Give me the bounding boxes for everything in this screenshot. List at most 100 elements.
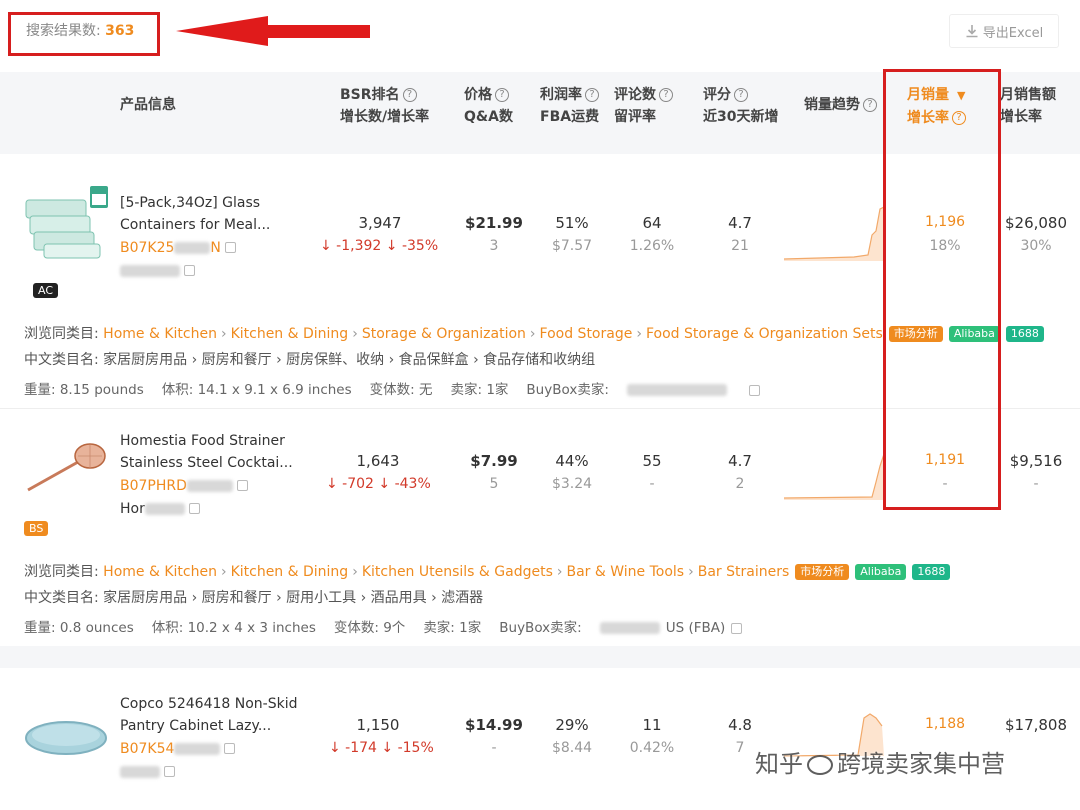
category-link[interactable]: Bar Strainers [698, 564, 790, 580]
revenue-growth: 30% [1020, 238, 1052, 254]
product-meta: 重量: 0.8 ounces 体积: 10.2 x 4 x 3 inches 变体数… [24, 616, 760, 636]
market-analysis-tag[interactable]: 市场分析 [795, 564, 850, 580]
profit-margin: 29% [555, 716, 589, 734]
revenue-growth: - [1033, 476, 1039, 492]
sales-trend-chart[interactable] [784, 205, 884, 261]
qa-count: - [491, 740, 497, 756]
fba-fee: $3.24 [551, 476, 593, 492]
category-link[interactable]: Home & Kitchen [103, 564, 217, 580]
bsr-change: ↓ -1,392 ↓ -35% [320, 238, 439, 254]
redacted-text [174, 241, 211, 254]
external-link-icon[interactable] [731, 622, 743, 634]
monthly-revenue: $26,080 [1004, 214, 1068, 232]
new-reviews-30d: 2 [735, 476, 745, 492]
rating: 4.7 [728, 452, 752, 470]
col-price[interactable]: 价格? Q&A数 [464, 84, 513, 128]
category-link[interactable]: Storage & Organization [362, 326, 526, 342]
category-link[interactable]: Home & Kitchen [103, 326, 217, 342]
redacted-text [174, 742, 221, 755]
col-reviews[interactable]: 评论数? 留评率 [614, 84, 673, 128]
bsr-change: ↓ -702 ↓ -43% [326, 476, 431, 492]
category-link[interactable]: Bar & Wine Tools [567, 564, 685, 580]
external-link-icon[interactable] [224, 242, 236, 253]
1688-tag[interactable]: 1688 [912, 564, 951, 580]
col-rating[interactable]: 评分? 近30天新增 [703, 84, 778, 128]
rating: 4.7 [728, 214, 752, 232]
watermark: 知乎 跨境卖家集中营 [755, 750, 1005, 778]
help-icon[interactable]: ? [402, 88, 417, 102]
external-link-icon[interactable] [164, 766, 175, 777]
highlight-box-monthly-sales [883, 69, 1001, 510]
wechat-icon [807, 755, 833, 775]
price: $21.99 [465, 214, 523, 232]
download-icon [966, 25, 978, 38]
asin-link[interactable]: B07K54 [120, 741, 174, 757]
brand-name[interactable]: Hor [120, 501, 145, 517]
price: $14.99 [465, 716, 523, 734]
product-info: Copco 5246418 Non-Skid Pantry Cabinet La… [120, 693, 297, 782]
col-product: 产品信息 [120, 97, 176, 113]
redacted-brand [144, 502, 185, 515]
product-title[interactable]: [5-Pack,34Oz] Glass [120, 192, 270, 214]
help-icon[interactable]: ? [495, 88, 509, 102]
product-title-cont[interactable]: Containers for Meal... [120, 214, 270, 236]
product-thumbnail[interactable] [24, 186, 110, 262]
red-arrow-annotation [176, 16, 370, 46]
external-link-icon[interactable] [224, 743, 236, 754]
product-thumbnail[interactable] [24, 712, 110, 760]
product-thumbnail[interactable] [24, 440, 110, 496]
col-monthly-revenue[interactable]: 月销售额 增长率 [1000, 84, 1056, 128]
help-icon[interactable]: ? [585, 88, 599, 102]
fba-fee: $8.44 [551, 740, 593, 756]
category-link[interactable]: Kitchen Utensils & Gadgets [362, 564, 553, 580]
1688-tag[interactable]: 1688 [1005, 326, 1044, 342]
new-reviews-30d: 21 [731, 238, 749, 254]
review-rate: 1.26% [629, 238, 675, 254]
price: $7.99 [470, 452, 518, 470]
fba-fee: $7.57 [551, 238, 593, 254]
row-divider [0, 646, 1080, 668]
review-count: 11 [642, 716, 662, 734]
bsr-rank: 3,947 [358, 214, 402, 232]
asin-link[interactable]: B07K25 [120, 240, 174, 256]
asin-link[interactable]: B07PHRD [120, 478, 187, 494]
product-search-page: 搜索结果数: 363 导出Excel 产品信息 BSR排名? 增长数/增长率 价… [0, 0, 1080, 810]
monthly-revenue: $17,808 [1004, 716, 1068, 734]
rating: 4.8 [728, 716, 752, 734]
product-info: Homestia Food Strainer Stainless Steel C… [120, 430, 293, 520]
col-profit[interactable]: 利润率? FBA运费 [540, 84, 599, 128]
external-link-icon[interactable] [188, 503, 200, 514]
col-trend[interactable]: 销量趋势? [804, 94, 877, 116]
help-icon[interactable]: ? [659, 88, 673, 102]
export-excel-button[interactable]: 导出Excel [949, 14, 1059, 48]
category-link[interactable]: Kitchen & Dining [231, 564, 349, 580]
col-bsr[interactable]: BSR排名? 增长数/增长率 [340, 84, 429, 128]
category-link[interactable]: Kitchen & Dining [231, 326, 349, 342]
help-icon[interactable]: ? [734, 88, 748, 102]
profit-margin: 44% [555, 452, 589, 470]
product-meta: 重量: 8.15 pounds 体积: 14.1 x 9.1 x 6.9 inch… [24, 378, 778, 398]
bsr-rank: 1,643 [356, 452, 400, 470]
qa-count: 3 [489, 238, 499, 254]
category-link[interactable]: Food Storage & Organization Sets [646, 326, 883, 342]
alibaba-tag[interactable]: Alibaba [855, 564, 907, 580]
external-link-icon[interactable] [748, 384, 760, 396]
ac-badge: AC [33, 283, 59, 298]
category-link[interactable]: Food Storage [540, 326, 633, 342]
profit-margin: 51% [555, 214, 589, 232]
product-title-cont[interactable]: Pantry Cabinet Lazy... [120, 715, 297, 737]
help-icon[interactable]: ? [863, 98, 877, 112]
external-link-icon[interactable] [236, 480, 248, 491]
sales-trend-chart[interactable] [784, 452, 884, 500]
bsr-change: ↓ -174 ↓ -15% [329, 740, 434, 756]
external-link-icon[interactable] [184, 265, 195, 276]
product-title[interactable]: Homestia Food Strainer [120, 430, 293, 452]
monthly-sales: 1,188 [924, 716, 966, 732]
review-rate: 0.42% [629, 740, 675, 756]
product-title[interactable]: Copco 5246418 Non-Skid [120, 693, 297, 715]
review-count: 64 [642, 214, 662, 232]
product-title-cont[interactable]: Stainless Steel Cocktai... [120, 452, 293, 474]
bs-badge: BS [24, 521, 49, 536]
asin-tail: N [210, 240, 221, 256]
redacted-text [186, 479, 233, 492]
